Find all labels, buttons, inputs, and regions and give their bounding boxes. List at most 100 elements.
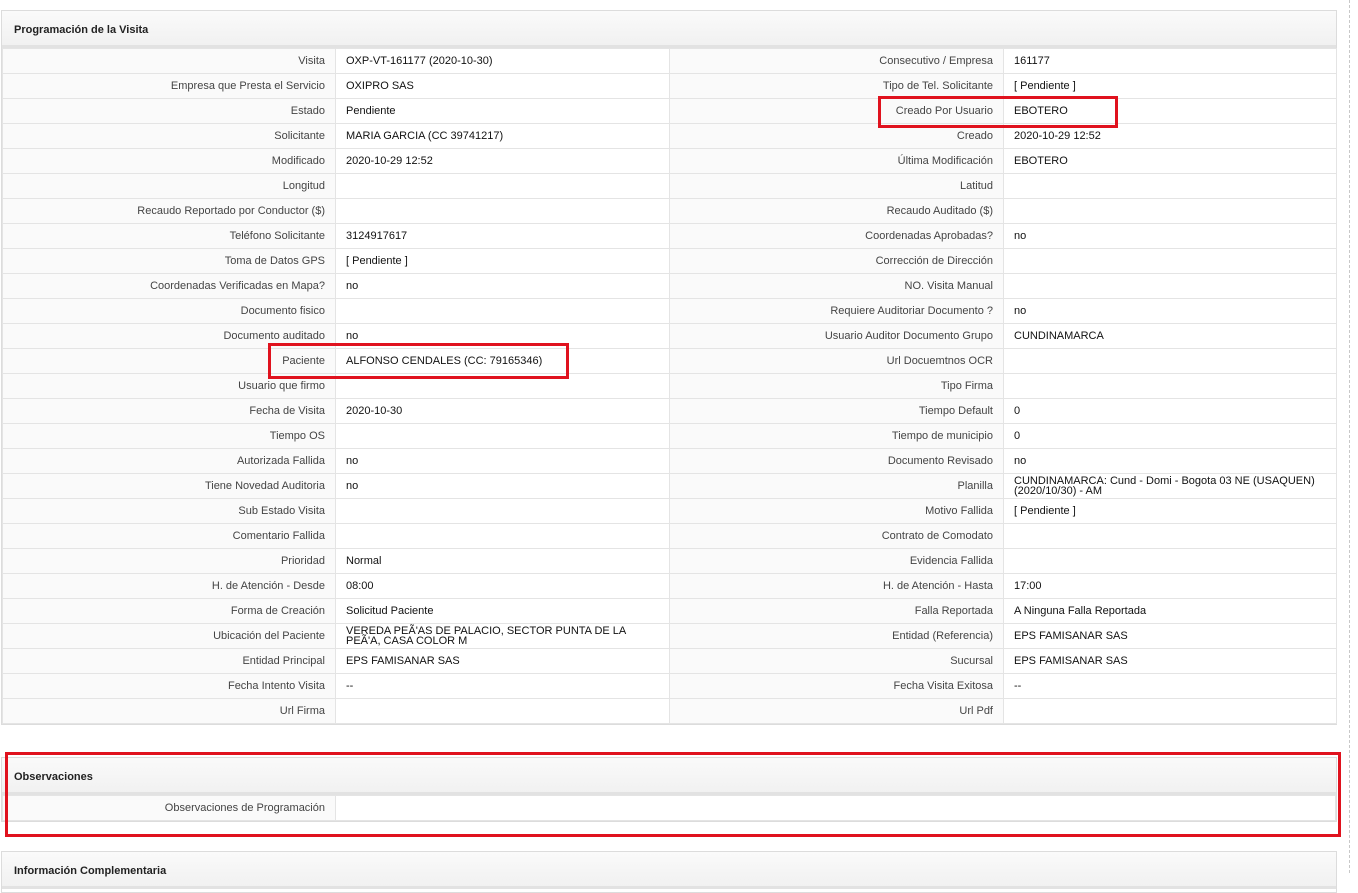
- page-right-border: [1349, 0, 1350, 873]
- field-value: [1003, 548, 1337, 574]
- field-label: Requiere Auditoriar Documento ?: [669, 298, 1004, 324]
- field-label: Teléfono Solicitante: [2, 223, 336, 249]
- field-value: [335, 523, 670, 549]
- table-row: Paciente ALFONSO CENDALES (CC: 79165346) U…: [2, 348, 1337, 374]
- field-value: [335, 373, 670, 399]
- field-value: 2020-10-29 12:52: [335, 148, 670, 174]
- field-label: Documento Revisado: [669, 448, 1004, 474]
- field-value: 2020-10-29 12:52: [1003, 123, 1337, 149]
- table-row: Solicitante MARIA GARCIA (CC 39741217) Cre…: [2, 123, 1337, 149]
- field-label: Planilla: [669, 473, 1004, 499]
- table-row: Visita OXP-VT-161177 (2020-10-30) Consecut…: [2, 48, 1337, 74]
- field-label: Solicitante: [2, 123, 336, 149]
- field-value: no: [1003, 298, 1337, 324]
- field-label: Coordenadas Verificadas en Mapa?: [2, 273, 336, 299]
- field-label: Documento auditado: [2, 323, 336, 349]
- field-value: Solicitud Paciente: [335, 598, 670, 624]
- field-value: [335, 173, 670, 199]
- field-label: H. de Atención - Hasta: [669, 573, 1004, 599]
- field-value: [ Pendiente ]: [335, 248, 670, 274]
- table-row: Sub Estado Visita Motivo Fallida[ Pendien…: [2, 498, 1337, 524]
- table-row: Modificado 2020-10-29 12:52 Última Modific…: [2, 148, 1337, 174]
- table-row: Fecha de Visita 2020-10-30 Tiempo Default…: [2, 398, 1337, 424]
- complementaria-title: Información Complementaria: [2, 852, 1336, 889]
- field-value: 08:00: [335, 573, 670, 599]
- field-value: CUNDINAMARCA: Cund - Domi - Bogota 03 NE…: [1003, 473, 1337, 499]
- field-value: [ Pendiente ]: [1003, 73, 1337, 99]
- field-value: [ Pendiente ]: [1003, 498, 1337, 524]
- field-value: [335, 423, 670, 449]
- table-row: H. de Atención - Desde 08:00 H. de Atenció…: [2, 573, 1337, 599]
- field-label: Recaudo Auditado ($): [669, 198, 1004, 224]
- table-row: Recaudo Reportado por Conductor ($) Recau…: [2, 198, 1337, 224]
- field-value: [335, 298, 670, 324]
- field-label: Toma de Datos GPS: [2, 248, 336, 274]
- field-label: Tipo Firma: [669, 373, 1004, 399]
- field-label: Visita: [2, 48, 336, 74]
- table-row: Usuario que firmo Tipo Firma: [2, 373, 1337, 399]
- field-value: no: [1003, 448, 1337, 474]
- field-label: H. de Atención - Desde: [2, 573, 336, 599]
- field-label: Sucursal: [669, 648, 1004, 674]
- field-label: Tiene Novedad Auditoria: [2, 473, 336, 499]
- field-label: Recaudo Reportado por Conductor ($): [2, 198, 336, 224]
- field-value: [1003, 173, 1337, 199]
- field-label: Falla Reportada: [669, 598, 1004, 624]
- field-value: 0: [1003, 398, 1337, 424]
- field-value: 2020-10-30: [335, 398, 670, 424]
- field-value: EBOTERO: [1003, 148, 1337, 174]
- field-label: Usuario Auditor Documento Grupo: [669, 323, 1004, 349]
- field-label: Coordenadas Aprobadas?: [669, 223, 1004, 249]
- field-label: Usuario que firmo: [2, 373, 336, 399]
- table-row: Autorizada Fallida no Documento Revisado …: [2, 448, 1337, 474]
- field-value: VEREDA PEÃ'AS DE PALACIO, SECTOR PUNTA D…: [335, 623, 670, 649]
- field-value: [1003, 523, 1337, 549]
- field-label: Latitud: [669, 173, 1004, 199]
- field-label: Corrección de Dirección: [669, 248, 1004, 274]
- table-row: Longitud Latitud: [2, 173, 1337, 199]
- field-label: Tiempo de municipio: [669, 423, 1004, 449]
- field-label: Fecha de Visita: [2, 398, 336, 424]
- field-value: no: [335, 273, 670, 299]
- table-row: Documento auditado no Usuario Auditor Doc…: [2, 323, 1337, 349]
- field-value: [1003, 273, 1337, 299]
- field-value: [335, 698, 670, 724]
- field-value: no: [335, 323, 670, 349]
- observaciones-value: [335, 795, 1336, 821]
- field-label: Fecha Intento Visita: [2, 673, 336, 699]
- field-label: Evidencia Fallida: [669, 548, 1004, 574]
- field-label: Modificado: [2, 148, 336, 174]
- table-row: Estado Pendiente Creado Por Usuario EBOTERO: [2, 98, 1337, 124]
- field-value: --: [1003, 673, 1337, 699]
- table-row: Teléfono Solicitante 3124917617 Coordenada…: [2, 223, 1337, 249]
- field-label: Documento fisico: [2, 298, 336, 324]
- field-value: 17:00: [1003, 573, 1337, 599]
- observaciones-label: Observaciones de Programación: [2, 795, 336, 821]
- field-label: Comentario Fallida: [2, 523, 336, 549]
- field-value: [335, 198, 670, 224]
- table-row: Tiempo OS Tiempo de municipio 0: [2, 423, 1337, 449]
- field-value: OXIPRO SAS: [335, 73, 670, 99]
- field-value: [1003, 373, 1337, 399]
- field-value: no: [335, 473, 670, 499]
- field-label: Sub Estado Visita: [2, 498, 336, 524]
- field-value: EPS FAMISANAR SAS: [335, 648, 670, 674]
- table-row: Tiene Novedad Auditoria no Planilla CUNDIN…: [2, 473, 1337, 499]
- field-value: A Ninguna Falla Reportada: [1003, 598, 1337, 624]
- table-row: Entidad Principal EPS FAMISANAR SAS Sucurs…: [2, 648, 1337, 674]
- field-value: EBOTERO: [1003, 98, 1337, 124]
- table-row: Empresa que Presta el Servicio OXIPRO SAS…: [2, 73, 1337, 99]
- field-value: [335, 498, 670, 524]
- table-row: Documento fisico Requiere Auditoriar Docu…: [2, 298, 1337, 324]
- field-label: Tiempo OS: [2, 423, 336, 449]
- programacion-panel: Programación de la Visita Visita OXP-VT-1…: [1, 10, 1337, 725]
- field-label: Entidad Principal: [2, 648, 336, 674]
- field-value: --: [335, 673, 670, 699]
- field-value: Pendiente: [335, 98, 670, 124]
- field-label: Tiempo Default: [669, 398, 1004, 424]
- table-row: Coordenadas Verificadas en Mapa? no NO. V…: [2, 273, 1337, 299]
- field-label: Prioridad: [2, 548, 336, 574]
- field-label: Fecha Visita Exitosa: [669, 673, 1004, 699]
- field-value: Normal: [335, 548, 670, 574]
- field-value: EPS FAMISANAR SAS: [1003, 623, 1337, 649]
